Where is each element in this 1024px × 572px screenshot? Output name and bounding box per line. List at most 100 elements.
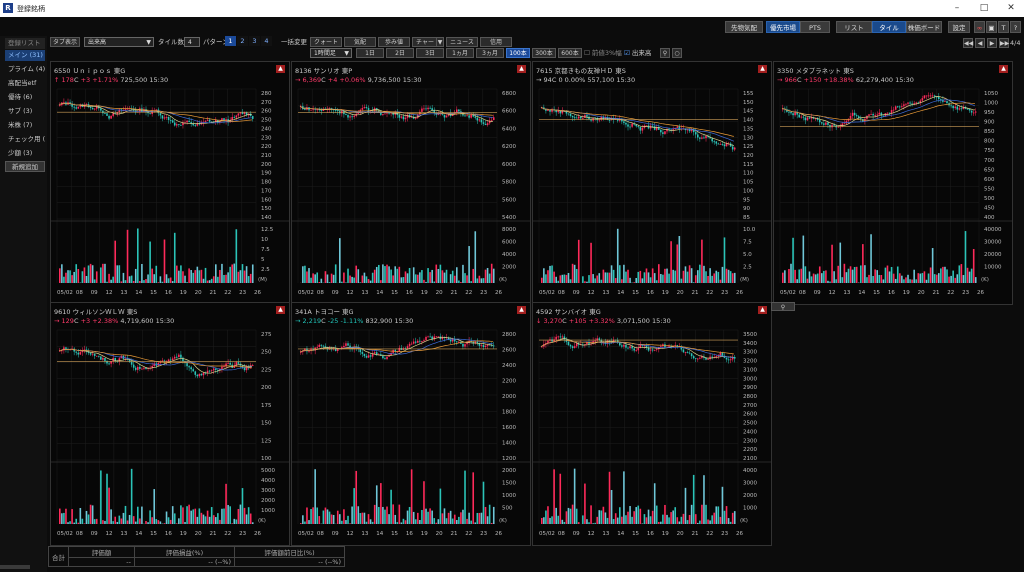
tab-display-button[interactable]: タブ表示 [50,37,80,47]
reset-icon[interactable]: ○ [672,48,682,58]
zoom-icon[interactable]: ⚲ [660,48,670,58]
alert-icon[interactable]: ▲ [999,65,1008,73]
alert-icon[interactable]: ▲ [276,306,285,314]
pts-button[interactable]: PTS [800,21,830,33]
x-tick-label: 20 [918,290,925,296]
price-volume-chart[interactable]: 280 270 260 250 240 230 220 210 200 190 180 170 160 1… [51,86,289,298]
volume-tick-label: 3000 [261,488,275,494]
first-page-icon[interactable]: ◀◀ [963,38,973,48]
price-tick-label: 280 [261,91,272,97]
price-tick-label: 140 [261,215,272,221]
add-list-button[interactable]: 新規追加 [5,161,45,172]
display-item-value: 出来高 [88,39,107,46]
price-volume-chart[interactable]: 3500 3400 3300 3200 3100 3000 2900 2800 2700 2600… [533,327,771,539]
maximize-icon[interactable]: □ [971,1,997,16]
window-icon[interactable]: ▣ [986,21,997,33]
alert-icon[interactable]: ▲ [758,306,767,314]
pattern-1-button[interactable]: 1 [225,36,236,46]
prev-close-checkbox[interactable]: ☐ 前値3%幅 [584,48,622,58]
price-tick-label: 950 [984,110,995,116]
tile-view-button[interactable]: タイル [872,21,906,33]
last-page-icon[interactable]: ▶▶ [999,38,1009,48]
scroll-thumb[interactable] [0,565,30,569]
x-tick-label: 13 [602,290,609,296]
display-item-select[interactable]: 出来高 ▼ [84,37,154,47]
period-1d-button[interactable]: 1日 [356,48,384,58]
prev-page-icon[interactable]: ◀ [975,38,985,48]
sidebar-item-us-stocks[interactable]: 米株 (7) [5,120,45,131]
price-volume-chart[interactable]: 6800 6600 6400 6200 6000 5800 5600 5400 8000 6000… [292,86,530,298]
volume-tick-label: 3000 [743,481,757,487]
futures-quote-button[interactable]: 先物気配 [725,21,763,33]
period-600-button[interactable]: 600本 [558,48,582,58]
sidebar-item-yutai[interactable]: 優待 (6) [5,92,45,103]
price-volume-chart[interactable]: 2800 2600 2400 2200 2000 1800 1600 1400 1200 2000… [292,327,530,539]
tile-count-stepper[interactable]: 4 [184,37,200,47]
summary-col-pl: 評価損益(%) [134,546,235,558]
pattern-4-button[interactable]: 4 [261,36,272,46]
chart-tile[interactable]: 4592 サンバイオ 東G ↓ 3,270C +105 +3.32% 3,071,… [532,302,772,546]
list-view-button[interactable]: リスト [836,21,872,33]
sidebar-item-main[interactable]: メイン (31) [5,50,45,61]
sidebar-item-small[interactable]: 少額 (3) [5,148,45,159]
period-2d-button[interactable]: 2日 [386,48,414,58]
sidebar-item-check[interactable]: チェック用 ( [5,134,45,145]
trend-arrow-icon: ↑ [54,76,60,84]
sidebar-item-high-dividend[interactable]: 高配当etf [5,78,45,89]
alert-icon[interactable]: ▲ [758,65,767,73]
chart-tile[interactable]: 9610 ウィルソンＷＬＷ 東S → 129C +3 +2.38% 4,719,6… [50,302,290,546]
stock-board-button[interactable]: 株価ボード [906,21,942,33]
price-volume-chart[interactable]: 275 250 225 200 175 150 125 100 5000 4000 3000 2000… [51,327,289,539]
stock-header: 8136 サンリオ 東P [295,65,352,75]
pattern-3-button[interactable]: 3 [249,36,260,46]
priority-market-button[interactable]: 優先市場 [766,21,800,33]
chart-tile[interactable]: 7615 京都きもの友禅ＨＤ 東S → 94C 0 0.00% 557,100 1… [532,61,772,305]
news-button[interactable]: ニュース [446,37,478,47]
settings-button[interactable]: 設定 [948,21,970,33]
timeframe-select[interactable]: 1時間足 ▼ [310,48,352,58]
sidebar-item-sub[interactable]: サブ (3) [5,106,45,117]
volume-checkbox[interactable]: ☑ 出来高 [624,48,651,58]
help-icon[interactable]: ? [1010,21,1021,33]
close-icon[interactable]: ✕ [998,1,1024,16]
pattern-2-button[interactable]: 2 [237,36,248,46]
price-tick-label: 3200 [743,359,757,365]
text-icon[interactable]: T [998,21,1009,33]
alert-icon[interactable]: ▲ [517,65,526,73]
bid-ask-button[interactable]: 気配 [344,37,376,47]
chart-tile[interactable]: 341A トヨコー 東G → 2,219C -25 -1.11% 832,900 … [291,302,531,546]
price-tick-label: 105 [743,180,754,186]
zoom-icon[interactable]: ⚲ [771,302,795,311]
volume-label: 出来高 [631,49,652,57]
tick-button[interactable]: 歩み値 [378,37,410,47]
alert-icon[interactable]: ▲ [517,306,526,314]
period-3m-button[interactable]: 3ヵ月 [476,48,504,58]
x-tick-label: 09 [332,290,339,296]
period-100-button[interactable]: 100本 [506,48,530,58]
quote-button[interactable]: クォート [310,37,342,47]
price-tick-label: 110 [743,171,754,177]
minimize-icon[interactable]: – [944,1,970,16]
price-volume-chart[interactable]: 155 150 145 140 135 130 125 120 115 110 105 100 95 90… [533,86,771,298]
period-300-button[interactable]: 300本 [532,48,556,58]
period-1m-button[interactable]: 1ヵ月 [446,48,474,58]
period-3d-button[interactable]: 3日 [416,48,444,58]
volume-tick-label: 30000 [984,240,1002,246]
chart-tile[interactable]: 6550 Ｕｎｉｐｏｓ 東G ↑ 178C +3 +1.71% 725,500 1… [50,61,290,305]
alert-icon[interactable]: ▲ [276,65,285,73]
x-tick-label: 22 [706,531,713,537]
link-icon[interactable]: ∞ [974,21,985,33]
chevron-down-icon: ▼ [344,50,349,57]
sidebar-item-prime[interactable]: プライム (4) [5,64,45,75]
price-tick-label: 450 [984,205,995,211]
chart-dropdown-icon[interactable]: ▼ [436,37,444,47]
margin-button[interactable]: 信用 [480,37,512,47]
volume-tick-label: 2000 [261,498,275,504]
next-page-icon[interactable]: ▶ [987,38,997,48]
chart-tile[interactable]: 3350 メタプラネット 東S → 966C +150 +18.38% 62,27… [773,61,1013,305]
moving-average-line [540,107,734,137]
price-volume-chart[interactable]: 1050 1000 950 900 850 800 750 700 650 600 550 500 45… [774,86,1012,298]
chart-tile[interactable]: 8136 サンリオ 東P → 6,369C +4 +0.06% 9,736,500… [291,61,531,305]
volume-tick-label: 10000 [984,265,1002,271]
price-tick-label: 2800 [502,332,516,338]
